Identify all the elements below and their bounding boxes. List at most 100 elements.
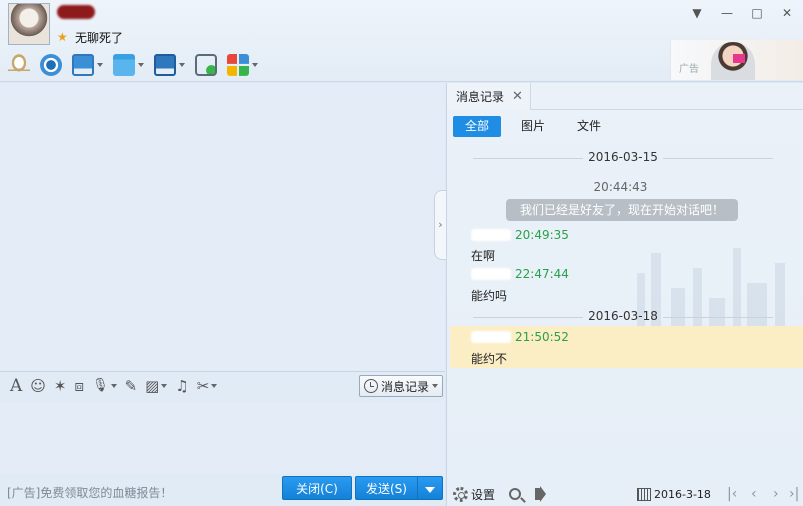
chevron-down-icon xyxy=(161,383,168,388)
message-text[interactable]: 能约吗 xyxy=(471,287,507,304)
send-file-button[interactable] xyxy=(111,52,146,78)
next-page-button[interactable]: › xyxy=(773,486,779,502)
window-menu-button[interactable]: ▼ xyxy=(689,6,705,20)
message-header: 20:49:35 xyxy=(471,228,569,242)
send-image-button[interactable]: ▨ xyxy=(143,375,169,397)
clock-icon xyxy=(363,379,378,393)
magic-expression-button[interactable]: ✶ xyxy=(52,375,69,397)
microphone-icon xyxy=(8,54,30,76)
date-separator: 2016-03-18 xyxy=(453,309,793,325)
message-header: 22:47:44 xyxy=(471,267,569,281)
system-message: 我们已经是好友了，现在开始对话吧！ xyxy=(506,199,738,221)
contact-signature: 无聊死了 xyxy=(75,31,124,45)
close-icon[interactable]: ✕ xyxy=(512,89,523,104)
screenshot-button[interactable]: ✂ xyxy=(195,375,220,397)
screen-share-icon xyxy=(72,54,94,76)
contact-name[interactable]: 多多 xyxy=(57,5,95,19)
image-icon: ▨ xyxy=(145,376,160,395)
music-button[interactable]: ♫ xyxy=(173,375,190,397)
history-tab-strip: 消息记录 ✕ xyxy=(447,83,803,110)
tab-label: 消息记录 xyxy=(456,90,505,104)
music-icon: ♫ xyxy=(175,376,189,395)
contact-avatar[interactable] xyxy=(8,3,50,45)
system-message-time: 20:44:43 xyxy=(593,180,648,194)
chevron-down-icon xyxy=(179,63,185,67)
window-controls: ▼ — □ ✕ xyxy=(689,6,795,20)
doodle-button[interactable]: ✎ xyxy=(123,375,140,397)
magic-wand-icon: ✶ xyxy=(53,376,67,395)
message-history-panel: 消息记录 ✕ 全部 图片 文件 2016-03-15 20:44:43 我们已经… xyxy=(446,83,803,506)
voice-call-button[interactable] xyxy=(6,52,32,78)
message-display-area[interactable] xyxy=(0,83,445,370)
sender-name xyxy=(471,268,511,280)
date-separator: 2016-03-15 xyxy=(453,150,793,166)
filter-all[interactable]: 全部 xyxy=(453,116,502,137)
minimize-button[interactable]: — xyxy=(719,6,735,20)
last-page-button[interactable]: ›| xyxy=(789,486,799,502)
chat-toolbar xyxy=(6,52,260,78)
settings-label: 设置 xyxy=(471,487,496,502)
date-picker[interactable]: 2016-3-18 xyxy=(637,487,711,501)
remote-desktop-icon xyxy=(154,54,176,76)
filter-files[interactable]: 文件 xyxy=(565,116,613,137)
message-text[interactable]: 能约不 xyxy=(471,350,507,367)
send-options-button[interactable] xyxy=(417,476,443,500)
close-button[interactable]: 关闭(C) xyxy=(282,476,352,500)
shake-button[interactable]: ⧈ xyxy=(73,375,87,397)
chevron-down-icon xyxy=(211,383,218,388)
chat-pane: A ☺ ✶ ⧈ 🎙 ✎ ▨ ♫ ✂ 消息记录 [广告]免费领取您的血糖报告！ 关… xyxy=(0,83,445,506)
chat-header: 多多 ★ 无聊死了 ▼ — □ ✕ 广告 xyxy=(0,0,803,82)
video-call-button[interactable] xyxy=(38,52,64,78)
ad-banner[interactable]: 广告 xyxy=(670,40,803,80)
search-button[interactable] xyxy=(509,488,521,500)
message-time: 22:47:44 xyxy=(515,267,569,281)
chevron-down-icon xyxy=(432,384,438,388)
apps-button[interactable] xyxy=(225,52,260,78)
emoji-icon: ☺ xyxy=(30,376,46,395)
send-bar: [广告]免费领取您的血糖报告！ 关闭(C) 发送(S) xyxy=(0,474,445,506)
audio-button[interactable] xyxy=(535,488,549,500)
sender-name xyxy=(471,331,511,343)
webcam-icon xyxy=(40,54,62,76)
message-history-label: 消息记录 xyxy=(380,379,429,394)
date-label: 2016-3-18 xyxy=(654,487,711,501)
send-button[interactable]: 发送(S) xyxy=(355,476,417,500)
edit-toolbar: A ☺ ✶ ⧈ 🎙 ✎ ▨ ♫ ✂ 消息记录 xyxy=(0,371,445,399)
message-input[interactable] xyxy=(0,401,445,473)
maximize-button[interactable]: □ xyxy=(749,6,765,20)
history-filters: 全部 图片 文件 xyxy=(453,116,613,137)
first-page-button[interactable]: |‹ xyxy=(727,486,737,502)
group-chat-button[interactable] xyxy=(193,52,219,78)
message-time: 21:50:52 xyxy=(515,330,569,344)
add-chat-icon xyxy=(195,54,217,76)
close-window-button[interactable]: ✕ xyxy=(779,6,795,20)
scissors-icon: ✂ xyxy=(196,376,210,395)
calendar-icon xyxy=(637,487,651,501)
apps-icon xyxy=(227,54,249,76)
message-history-button[interactable]: 消息记录 xyxy=(358,375,443,397)
emoji-button[interactable]: ☺ xyxy=(28,375,48,397)
star-icon: ★ xyxy=(57,30,68,44)
microphone-icon: 🎙 xyxy=(92,378,109,393)
tab-message-history[interactable]: 消息记录 ✕ xyxy=(447,83,531,110)
chevron-down-icon xyxy=(97,63,103,67)
chevron-down-icon xyxy=(425,486,435,493)
screen-share-button[interactable] xyxy=(70,52,105,78)
voice-message-button[interactable]: 🎙 xyxy=(90,375,119,397)
history-footer: 设置 2016-3-18 |‹ ‹ › ›| xyxy=(447,482,803,506)
speaker-icon xyxy=(535,488,549,500)
collapse-panel-handle[interactable]: › xyxy=(434,190,446,260)
chevron-down-icon xyxy=(138,63,144,67)
message-text[interactable]: 在啊 xyxy=(471,247,495,264)
chevron-down-icon xyxy=(110,383,117,388)
ad-text-link[interactable]: [广告]免费领取您的血糖报告！ xyxy=(7,484,172,501)
font-button[interactable]: A xyxy=(8,375,24,397)
ad-image-card xyxy=(733,54,745,63)
filter-images[interactable]: 图片 xyxy=(509,116,557,137)
ad-tag: 广告 xyxy=(679,64,699,75)
sender-name xyxy=(471,229,511,241)
settings-button[interactable]: 设置 xyxy=(453,486,495,503)
prev-page-button[interactable]: ‹ xyxy=(751,486,757,502)
gear-icon xyxy=(453,486,468,502)
remote-desktop-button[interactable] xyxy=(152,52,187,78)
